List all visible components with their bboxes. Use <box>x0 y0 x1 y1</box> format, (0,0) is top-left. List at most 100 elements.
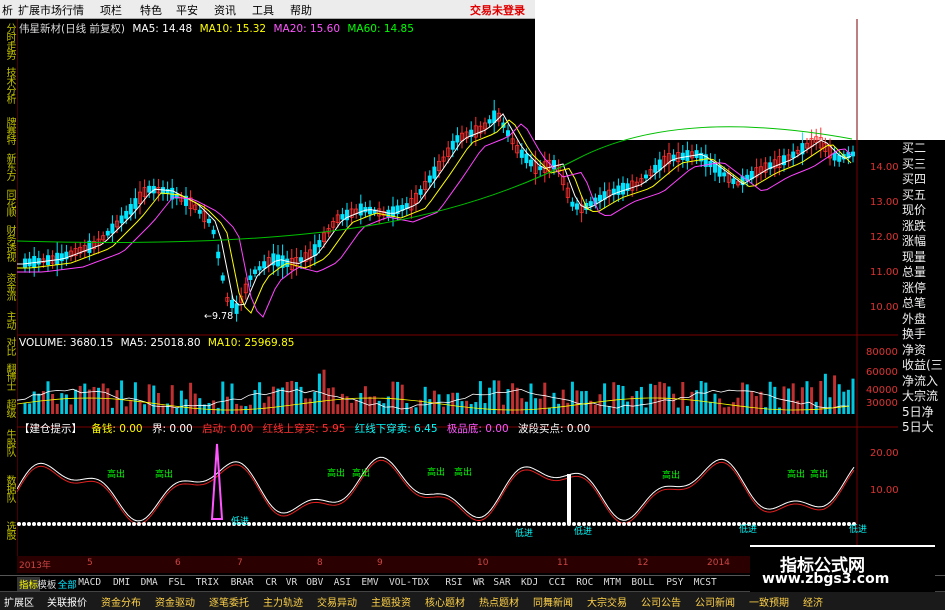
candle-body <box>575 203 580 210</box>
menu-item[interactable]: 项栏 <box>100 2 122 18</box>
candle-body <box>197 209 202 214</box>
left-tab[interactable]: 资金流 <box>2 273 15 300</box>
function-tab[interactable]: 同舞新闻 <box>533 594 573 609</box>
baseline-dot <box>637 522 641 526</box>
volume-bar <box>837 384 841 414</box>
left-tab[interactable]: 超级 <box>2 399 15 417</box>
function-tab[interactable]: 扩展区 <box>4 594 34 609</box>
function-tab[interactable]: 关联报价 <box>47 594 87 609</box>
menu-item[interactable]: 特色 <box>140 2 162 18</box>
baseline-dot <box>722 522 726 526</box>
menu-item[interactable]: 帮助 <box>290 2 312 18</box>
indicator-tab[interactable]: KDJ <box>521 577 538 588</box>
volume-bar <box>593 404 597 414</box>
function-tab[interactable]: 热点题材 <box>479 594 519 609</box>
function-tab[interactable]: 核心题材 <box>425 594 465 609</box>
indicator-tab[interactable]: VOL-TDX <box>389 577 429 588</box>
volume-bar <box>152 385 156 414</box>
function-tab[interactable]: 公司新闻 <box>695 594 735 609</box>
volume-bar <box>777 407 781 414</box>
indicator-tab[interactable]: SAR <box>493 577 510 588</box>
indicator-tab[interactable]: OBV <box>306 577 323 588</box>
indicator-tab[interactable]: DMA <box>141 577 158 588</box>
indicator-tab[interactable]: TRIX <box>196 577 219 588</box>
candle-body <box>119 215 124 224</box>
volume-bar <box>147 384 151 414</box>
baseline-dot <box>717 522 721 526</box>
volume-bar <box>386 396 390 414</box>
function-tab[interactable]: 资金分布 <box>101 594 141 609</box>
volume-bar <box>138 402 142 414</box>
baseline-dot <box>697 522 701 526</box>
indicator-tab[interactable]: VR <box>286 577 297 588</box>
left-tab[interactable]: 分时走势 <box>2 23 15 59</box>
volume-bar <box>635 390 639 414</box>
function-tab[interactable]: 公司公告 <box>641 594 681 609</box>
ma60-value: MA60: 14.85 <box>347 23 414 35</box>
baseline-dot <box>462 522 466 526</box>
indicator-tab[interactable]: MACD <box>78 577 101 588</box>
left-tab[interactable]: 翻博士 <box>2 363 15 390</box>
function-tab[interactable]: 主题投资 <box>371 594 411 609</box>
function-tab[interactable]: 经济 <box>803 594 823 609</box>
quote-field-label: 涨跌 <box>902 218 927 233</box>
indicator-tab[interactable]: CR <box>265 577 276 588</box>
baseline-dot <box>507 522 511 526</box>
function-tab[interactable]: 一致预期 <box>749 594 789 609</box>
candle-body <box>685 150 690 162</box>
volume-bar <box>699 381 703 414</box>
volume-axis-label: 80000 <box>866 347 898 358</box>
left-tab[interactable]: 牌赛特 <box>2 117 15 144</box>
indicator-tab[interactable]: DMI <box>113 577 130 588</box>
indicator-name[interactable]: 【建仓提示】 <box>19 423 82 435</box>
volume-bar <box>584 390 588 414</box>
indicator-tab[interactable]: 全部 <box>58 577 77 591</box>
left-tab[interactable]: 对比 <box>2 337 15 355</box>
indicator-tab[interactable]: ASI <box>334 577 351 588</box>
indicator-tab[interactable]: 模板 <box>37 577 56 591</box>
baseline-dot <box>142 522 146 526</box>
baseline-dot <box>417 522 421 526</box>
left-tab[interactable]: 牛股队 <box>2 429 15 456</box>
left-tab[interactable]: 数据队 <box>2 475 15 502</box>
menu-item[interactable]: 析 <box>2 2 13 18</box>
menu-item[interactable]: 扩展市场行情 <box>18 2 84 18</box>
menu-item[interactable]: 工具 <box>252 2 274 18</box>
baseline-dot <box>67 522 71 526</box>
left-tab[interactable]: 财务透视 <box>2 225 15 261</box>
indicator-tab[interactable]: MCST <box>694 577 717 588</box>
indicator-tab[interactable]: BOLL <box>631 577 654 588</box>
candle-body <box>367 206 372 215</box>
menu-item[interactable]: 平安 <box>176 2 198 18</box>
function-tab[interactable]: 资金驱动 <box>155 594 195 609</box>
indicator-tab[interactable]: RSI <box>445 577 462 588</box>
indicator-tab[interactable]: CCI <box>549 577 566 588</box>
quote-field-label: 外盘 <box>902 311 927 326</box>
indicator-tab[interactable]: PSY <box>666 577 683 588</box>
baseline-dot <box>827 522 831 526</box>
function-tab[interactable]: 逐笔委托 <box>209 594 249 609</box>
left-tab[interactable]: 新东方 <box>2 153 15 180</box>
indicator-tab[interactable]: MTM <box>604 577 621 588</box>
baseline-dot <box>437 522 441 526</box>
indicator-tab[interactable]: ROC <box>576 577 593 588</box>
trade-login-status[interactable]: 交易未登录 <box>470 2 525 18</box>
volume-bar <box>377 400 381 414</box>
baseline-dot <box>547 522 551 526</box>
left-tab[interactable]: 同花顺 <box>2 189 15 216</box>
function-tab[interactable]: 主力轨迹 <box>263 594 303 609</box>
indicator-tab[interactable]: BRAR <box>231 577 254 588</box>
volume-bar <box>649 383 653 414</box>
baseline-dot <box>397 522 401 526</box>
volume-bar <box>212 400 216 414</box>
baseline-dot <box>557 522 561 526</box>
function-tab[interactable]: 大宗交易 <box>587 594 627 609</box>
indicator-tab[interactable]: WR <box>473 577 484 588</box>
function-tab[interactable]: 交易异动 <box>317 594 357 609</box>
left-tab[interactable]: 技术分析 <box>2 67 15 103</box>
indicator-tab[interactable]: EMV <box>361 577 378 588</box>
left-tab[interactable]: 主动 <box>2 311 15 329</box>
menu-item[interactable]: 资讯 <box>214 2 236 18</box>
left-tab[interactable]: 选股 <box>2 521 15 539</box>
indicator-tab[interactable]: FSL <box>168 577 185 588</box>
